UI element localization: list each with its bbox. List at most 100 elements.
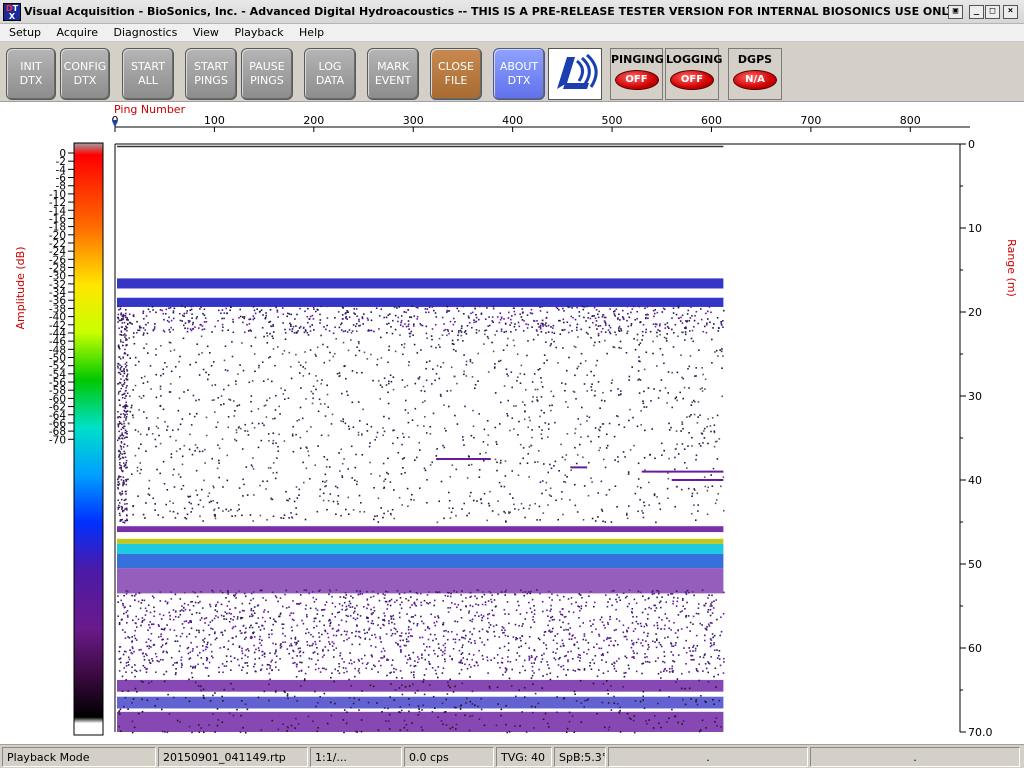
biosonics-logo-icon[interactable]: [548, 48, 602, 100]
water-column-speckle: [564, 481, 567, 483]
config-dtx-button[interactable]: CONFIG DTX: [60, 48, 110, 100]
seabed-speckle: [305, 589, 308, 592]
water-column-speckle: [436, 521, 439, 524]
seabed-speckle: [604, 627, 606, 629]
edge-speckle: [120, 465, 122, 467]
seabed-speckle: [657, 657, 659, 659]
deep-speckle: [162, 730, 164, 733]
seabed-speckle: [707, 609, 710, 611]
seabed-speckle: [357, 613, 359, 616]
menu-diagnostics[interactable]: Diagnostics: [113, 24, 177, 39]
water-column-speckle: [429, 464, 432, 466]
layer-speckle: [520, 316, 523, 318]
water-column-speckle: [218, 459, 220, 462]
seabed-speckle: [339, 596, 342, 598]
water-column-speckle: [278, 433, 280, 436]
seabed-speckle: [198, 629, 200, 632]
water-column-speckle: [420, 349, 422, 351]
layer-speckle: [460, 327, 463, 330]
water-column-speckle: [159, 405, 162, 407]
seabed-speckle: [308, 657, 311, 660]
pause-pings-button[interactable]: PAUSE PINGS: [241, 48, 293, 100]
layer-speckle: [488, 316, 490, 318]
range-tick-label: 40: [968, 474, 982, 487]
layer-speckle: [707, 310, 709, 313]
water-column-speckle: [508, 512, 510, 515]
deep-speckle: [483, 724, 486, 727]
seabed-speckle: [248, 602, 251, 605]
seabed-speckle: [400, 651, 402, 653]
deep-speckle: [455, 714, 457, 716]
water-column-speckle: [277, 450, 279, 452]
water-column-speckle: [379, 398, 381, 400]
seabed-speckle: [539, 592, 541, 595]
water-column-speckle: [690, 404, 693, 406]
seabed-speckle: [299, 650, 302, 653]
seabed-speckle: [486, 659, 489, 662]
menu-help[interactable]: Help: [299, 24, 324, 39]
layer-speckle: [526, 314, 529, 316]
start-all-button[interactable]: START ALL: [122, 48, 174, 100]
water-column-speckle: [557, 362, 559, 364]
deep-speckle: [682, 720, 685, 722]
layer-speckle: [645, 317, 647, 320]
log-data-button[interactable]: LOG DATA: [304, 48, 356, 100]
seabed-speckle: [262, 597, 264, 599]
seabed-speckle: [240, 617, 242, 620]
seabed-speckle: [654, 610, 656, 612]
seabed-speckle: [443, 658, 446, 660]
seabed-speckle: [271, 633, 273, 635]
seabed-speckle: [567, 651, 569, 653]
start-pings-button[interactable]: START PINGS: [185, 48, 237, 100]
deep-speckle: [606, 689, 609, 691]
water-column-speckle: [253, 494, 255, 496]
about-dtx-button[interactable]: ABOUT DTX: [493, 48, 545, 100]
layer-speckle: [284, 328, 286, 331]
water-column-speckle: [186, 513, 189, 516]
layer-speckle: [153, 326, 156, 328]
layer-speckle: [533, 320, 536, 322]
water-column-speckle: [722, 355, 724, 357]
mark-event-button[interactable]: MARK EVENT: [367, 48, 419, 100]
menu-playback[interactable]: Playback: [234, 24, 283, 39]
water-column-speckle: [266, 335, 269, 337]
water-column-speckle: [211, 457, 213, 460]
water-column-speckle: [325, 480, 328, 482]
water-column-speckle: [376, 364, 378, 366]
seabed-speckle: [192, 648, 194, 650]
deep-speckle: [140, 680, 143, 683]
seabed-speckle: [507, 635, 509, 638]
deep-speckle: [403, 726, 406, 729]
water-column-speckle: [623, 426, 626, 428]
seabed-speckle: [291, 657, 294, 659]
close-icon[interactable]: ×: [1003, 5, 1018, 19]
restore-icon[interactable]: ▣: [948, 5, 963, 19]
seabed-speckle: [407, 626, 410, 628]
layer-speckle: [443, 323, 445, 325]
layer-speckle: [525, 323, 527, 325]
layer-speckle: [355, 308, 358, 310]
layer-speckle: [527, 323, 529, 326]
menu-setup[interactable]: Setup: [9, 24, 41, 39]
deep-speckle: [286, 730, 288, 732]
seabed-speckle: [554, 658, 557, 661]
seabed-speckle: [131, 594, 133, 597]
seabed-speckle: [183, 627, 185, 629]
water-column-speckle: [127, 478, 129, 481]
close-file-button[interactable]: CLOSE FILE: [430, 48, 482, 100]
seabed-speckle: [275, 643, 277, 645]
water-column-speckle: [334, 352, 336, 355]
init-dtx-button[interactable]: INIT DTX: [6, 48, 56, 100]
edge-speckle: [119, 435, 121, 437]
water-column-speckle: [446, 334, 448, 337]
water-column-speckle: [140, 397, 143, 399]
app-icon[interactable]: DT X: [3, 3, 21, 21]
maximize-icon[interactable]: □: [985, 5, 1000, 19]
water-column-speckle: [579, 362, 582, 365]
echogram-svg[interactable]: 0-2-4-6-8-10-12-14-16-18-20-22-24-26-28-…: [0, 102, 1024, 744]
seabed-speckle: [331, 613, 334, 615]
water-column-speckle: [593, 344, 595, 347]
menu-acquire[interactable]: Acquire: [57, 24, 98, 39]
menu-view[interactable]: View: [193, 24, 219, 39]
minimize-icon[interactable]: _: [969, 5, 984, 19]
